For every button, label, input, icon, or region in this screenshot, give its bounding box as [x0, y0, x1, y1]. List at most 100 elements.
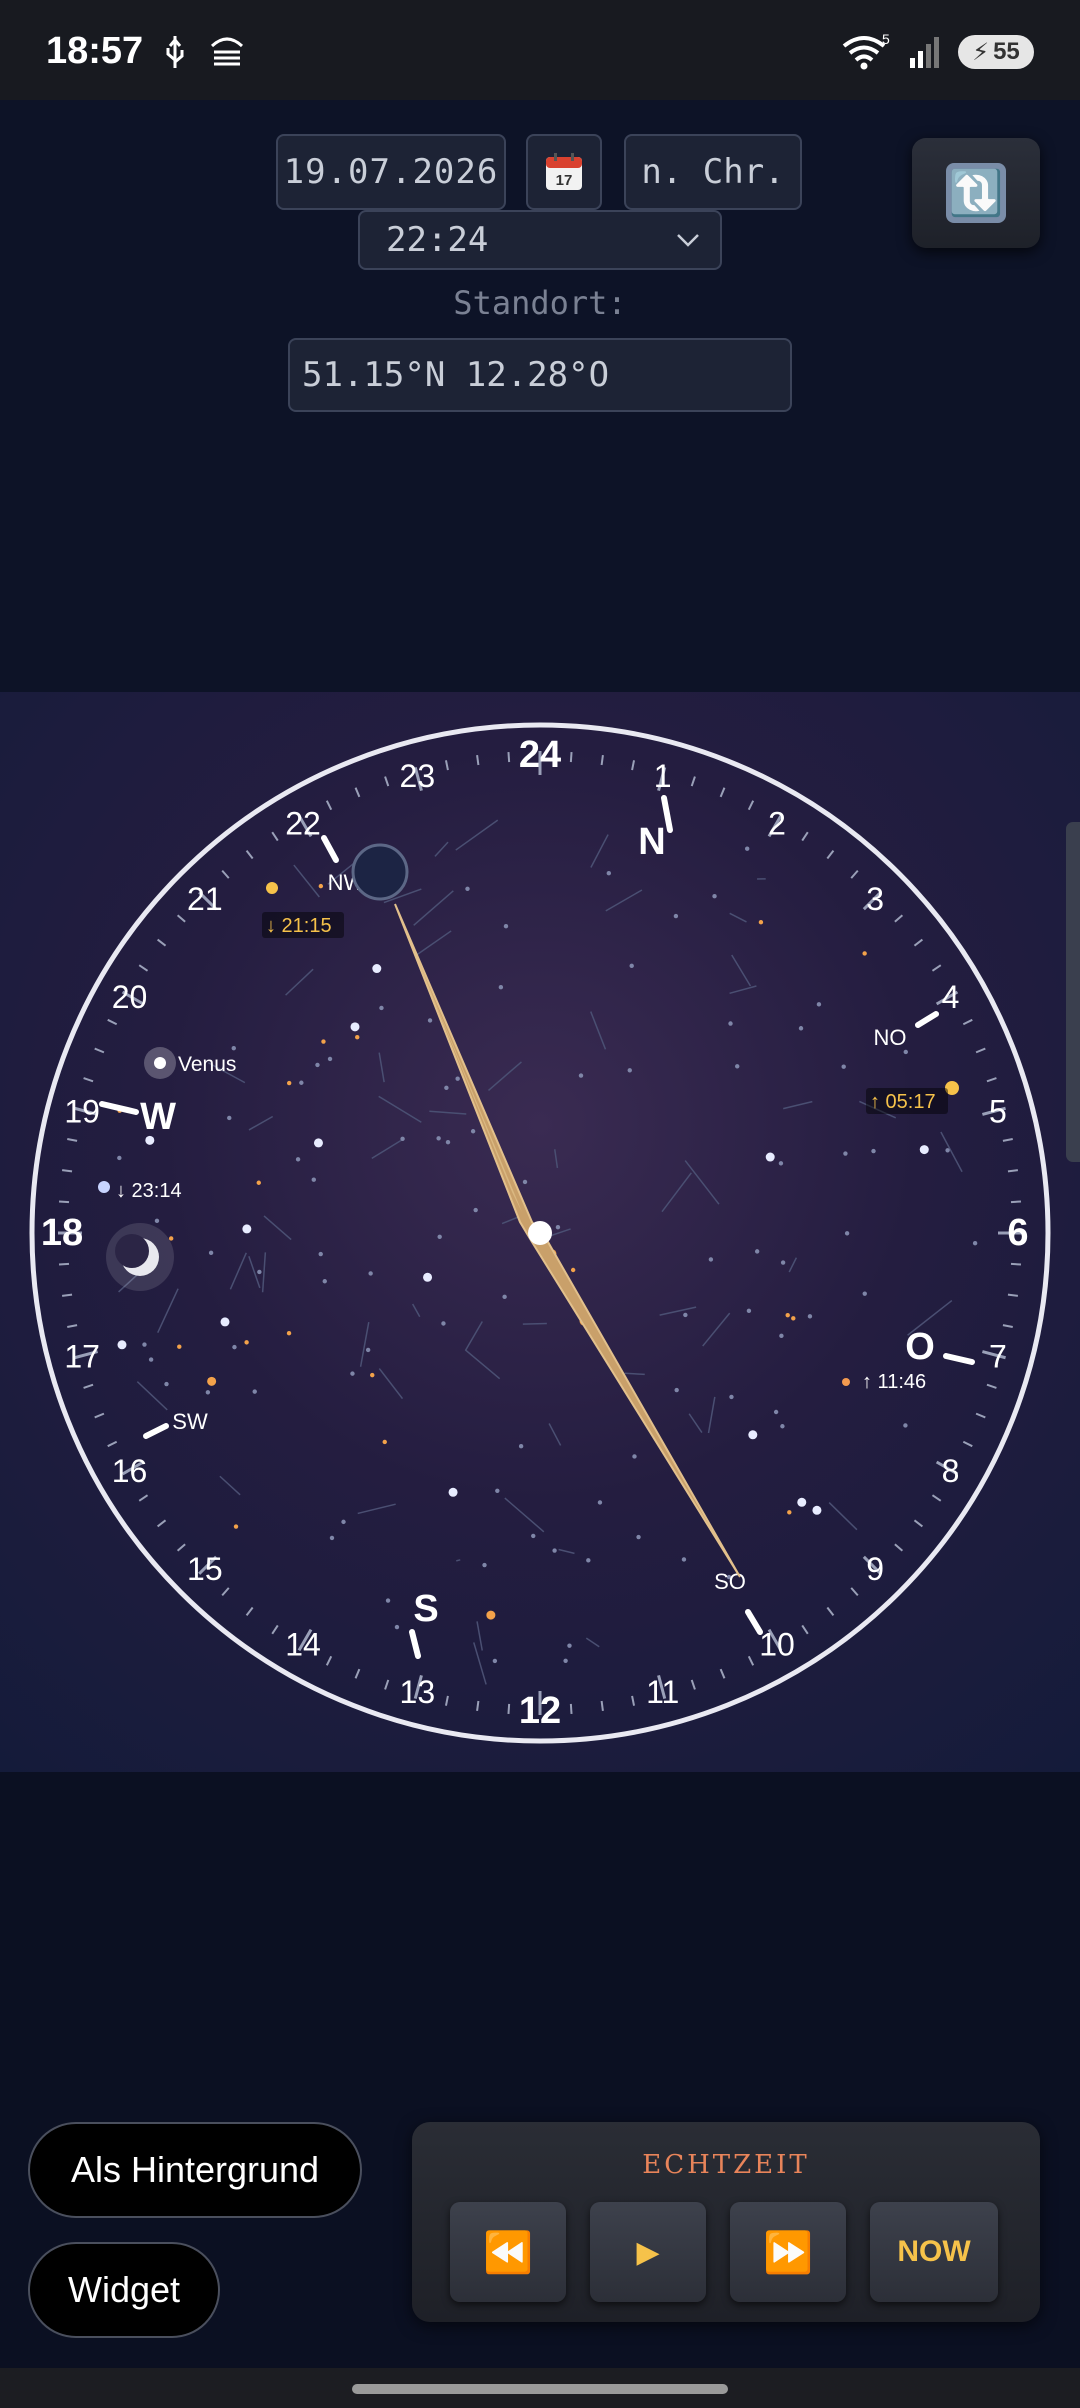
constellation-line	[263, 1215, 292, 1241]
star	[208, 1250, 214, 1256]
ring-tick	[801, 831, 809, 842]
play-icon: ▶	[636, 2235, 660, 2269]
ring-tick	[931, 964, 942, 972]
fast-forward-icon: ⏩	[763, 2230, 813, 2275]
star	[746, 1308, 752, 1314]
widget-button[interactable]: Widget	[28, 2242, 220, 2338]
constellation-line	[522, 1322, 547, 1325]
constellation-line	[487, 1061, 522, 1091]
fast-forward-button[interactable]: ⏩	[730, 2202, 846, 2302]
ring-tick	[747, 1655, 755, 1666]
home-handle[interactable]	[352, 2384, 728, 2394]
ring-tick	[67, 1324, 78, 1329]
star	[903, 1423, 908, 1428]
star	[448, 1487, 458, 1497]
hour-label: 9	[866, 1551, 884, 1587]
ring-tick	[245, 1606, 254, 1617]
battery-indicator: ⚡ 55	[958, 35, 1034, 69]
hour-label: 2	[768, 806, 786, 842]
hour-label: 22	[285, 806, 321, 842]
ring-tick	[631, 760, 636, 771]
time-value: 22:24	[386, 220, 489, 260]
star	[244, 1340, 249, 1345]
star	[683, 1312, 688, 1318]
status-time: 18:57	[46, 30, 144, 72]
star-clock[interactable]: 24 1 2 3 4 5 6 7 8 9 10 11 12 13 14 15 16 17 18 19 20 21 22 23 …	[0, 692, 1080, 1772]
constellation-line	[219, 1475, 241, 1496]
hour-label: 15	[187, 1551, 223, 1587]
calendar-button[interactable]: 17	[526, 134, 602, 210]
constellation-line	[371, 1138, 403, 1159]
star	[627, 1068, 632, 1073]
set-wallpaper-button[interactable]: Als Hintergrund	[28, 2122, 362, 2218]
star	[318, 883, 324, 889]
star	[570, 1267, 576, 1273]
time-hand	[394, 903, 741, 1578]
star	[945, 1148, 950, 1153]
star	[350, 1022, 360, 1032]
star	[315, 1062, 320, 1068]
star	[233, 1524, 239, 1529]
ring-tick	[1007, 1293, 1019, 1297]
star	[445, 1139, 451, 1145]
constellation-line	[456, 1559, 461, 1562]
direction-N: N	[638, 821, 665, 863]
refresh-button[interactable]: 🔃	[912, 138, 1040, 248]
star	[522, 1179, 528, 1185]
direction-S: S	[413, 1588, 438, 1630]
constellation-line	[434, 841, 449, 857]
location-field[interactable]: 51.15°N 12.28°O	[288, 338, 792, 412]
star	[382, 1439, 387, 1445]
ring-tick	[94, 1412, 105, 1419]
chevron-down-icon	[677, 234, 699, 247]
constellation-line	[261, 1252, 267, 1293]
direction-W: W	[140, 1096, 176, 1138]
constellation-line	[248, 1115, 274, 1131]
star	[427, 1018, 433, 1023]
time-select[interactable]: 22:24	[358, 210, 722, 270]
ring-tick	[894, 1543, 904, 1552]
constellation-line	[455, 819, 499, 851]
constellation-line	[285, 968, 314, 996]
direction-SO: SO	[714, 1569, 746, 1594]
direction-markers	[99, 795, 975, 1659]
ring-tick	[271, 831, 279, 842]
star	[555, 1224, 561, 1230]
hour-label: 12	[519, 1690, 561, 1732]
star	[518, 1444, 524, 1449]
hour-label: 11	[646, 1674, 679, 1710]
star	[365, 1347, 371, 1353]
star	[394, 1624, 400, 1630]
star	[486, 1610, 496, 1620]
rewind-button[interactable]: ⏪	[450, 2202, 566, 2302]
star	[862, 951, 867, 956]
ring-tick	[67, 1137, 78, 1142]
venus-dot	[154, 1057, 166, 1069]
data-saver-icon	[210, 37, 244, 66]
play-button[interactable]: ▶	[590, 2202, 706, 2302]
star	[791, 1316, 796, 1321]
star	[322, 1279, 327, 1284]
star	[473, 1207, 478, 1213]
constellation-line	[378, 1095, 422, 1123]
star	[370, 1372, 375, 1378]
star	[148, 1357, 154, 1362]
realtime-label: ECHTZEIT	[642, 2150, 810, 2180]
star	[632, 1454, 637, 1459]
constellation-line	[729, 985, 757, 995]
date-field[interactable]: 19.07.2026	[276, 134, 506, 210]
star	[673, 913, 679, 919]
star	[231, 1045, 236, 1051]
star	[117, 1340, 127, 1350]
star	[177, 1344, 182, 1349]
hour-label: 7	[989, 1339, 1007, 1375]
ring-tick	[1010, 1262, 1022, 1266]
ring-tick	[354, 1668, 361, 1679]
star	[256, 1180, 261, 1185]
star	[606, 871, 612, 876]
star	[597, 1500, 603, 1505]
star	[482, 1562, 487, 1568]
era-field[interactable]: n. Chr.	[624, 134, 802, 210]
scrollbar[interactable]	[1066, 822, 1080, 1162]
now-button[interactable]: NOW	[870, 2202, 998, 2302]
